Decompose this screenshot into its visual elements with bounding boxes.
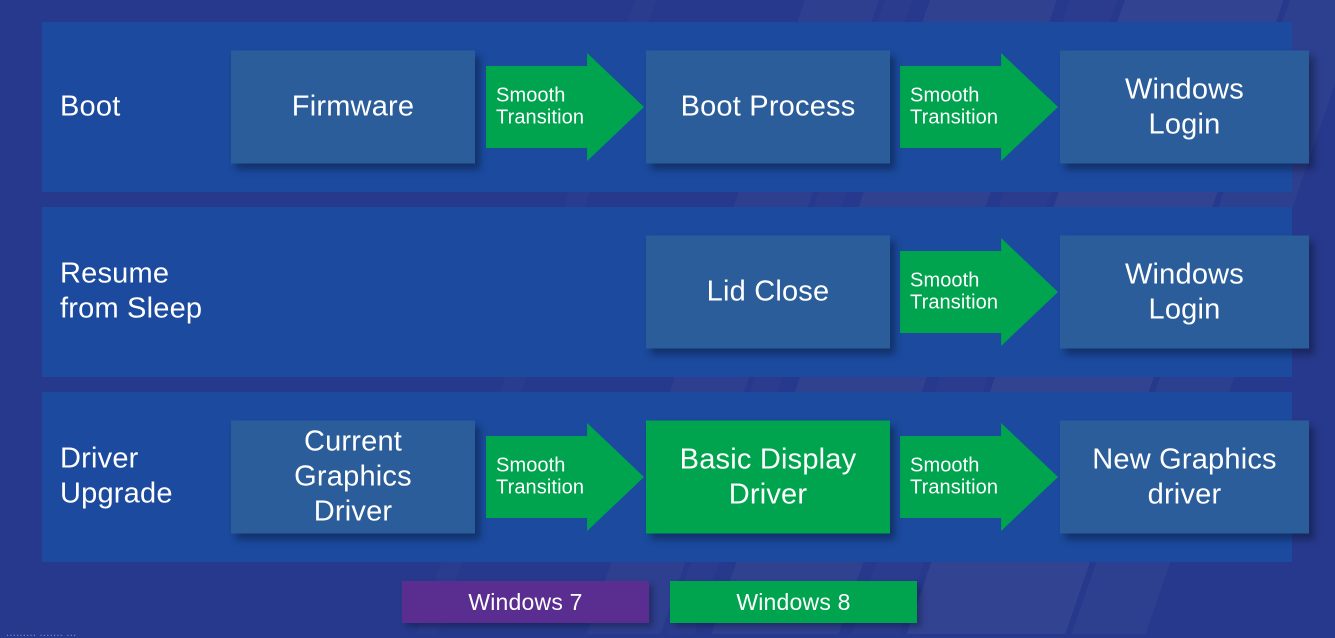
transition-arrow-label: Smooth Transition — [910, 84, 999, 129]
legend: Windows 7 Windows 8 — [402, 581, 917, 623]
process-box[interactable]: Boot Process — [646, 50, 890, 164]
process-box[interactable]: Basic Display Driver — [646, 420, 890, 534]
process-box-label: Current Graphics Driver — [294, 425, 412, 528]
timeline-row: Driver Upgrade Smooth Transition Smooth Tr… — [42, 392, 1309, 562]
transition-arrow-label: Smooth Transition — [910, 454, 999, 499]
transition-arrow-label: Smooth Transition — [910, 269, 999, 314]
legend-item: Windows 7 — [402, 581, 649, 623]
legend-item-label: Windows 8 — [736, 588, 851, 615]
process-box[interactable]: Current Graphics Driver — [231, 420, 475, 534]
process-box[interactable]: New Graphics driver — [1060, 420, 1309, 534]
process-box-label: Windows Login — [1124, 258, 1245, 325]
process-box[interactable]: Windows Login — [1060, 235, 1309, 349]
timeline-rows: Boot Smooth Transition Smooth Transition Fi… — [42, 22, 1309, 562]
process-box[interactable]: Lid Close — [646, 235, 890, 349]
transition-arrow-label: Smooth Transition — [496, 84, 585, 129]
process-box-label: Lid Close — [706, 275, 830, 308]
process-box-label: Windows Login — [1124, 73, 1245, 140]
transition-arrow: Smooth Transition — [486, 53, 644, 161]
process-box-label: New Graphics driver — [1092, 443, 1277, 510]
transition-arrow: Smooth Transition — [486, 423, 644, 531]
transition-arrow: Smooth Transition — [900, 53, 1058, 161]
timeline-row: Boot Smooth Transition Smooth Transition Fi… — [42, 22, 1309, 192]
row-label: Boot — [60, 90, 121, 123]
transition-arrow: Smooth Transition — [900, 238, 1058, 346]
legend-item-label: Windows 7 — [468, 588, 583, 615]
process-box-label: Boot Process — [680, 90, 856, 123]
transition-arrow-label: Smooth Transition — [496, 454, 585, 499]
timeline-row: Resume from Sleep Smooth Transition Lid Cl… — [42, 207, 1309, 377]
legend-item: Windows 8 — [670, 581, 917, 623]
row-label: Driver Upgrade — [60, 442, 173, 510]
bottom-caption: ......... ....... ... — [6, 627, 77, 638]
process-box[interactable]: Firmware — [231, 50, 475, 164]
process-box-label: Firmware — [291, 90, 415, 123]
row-label: Resume from Sleep — [60, 257, 203, 325]
transition-arrow: Smooth Transition — [900, 423, 1058, 531]
process-box[interactable]: Windows Login — [1060, 50, 1309, 164]
process-box-label: Basic Display Driver — [679, 443, 857, 510]
